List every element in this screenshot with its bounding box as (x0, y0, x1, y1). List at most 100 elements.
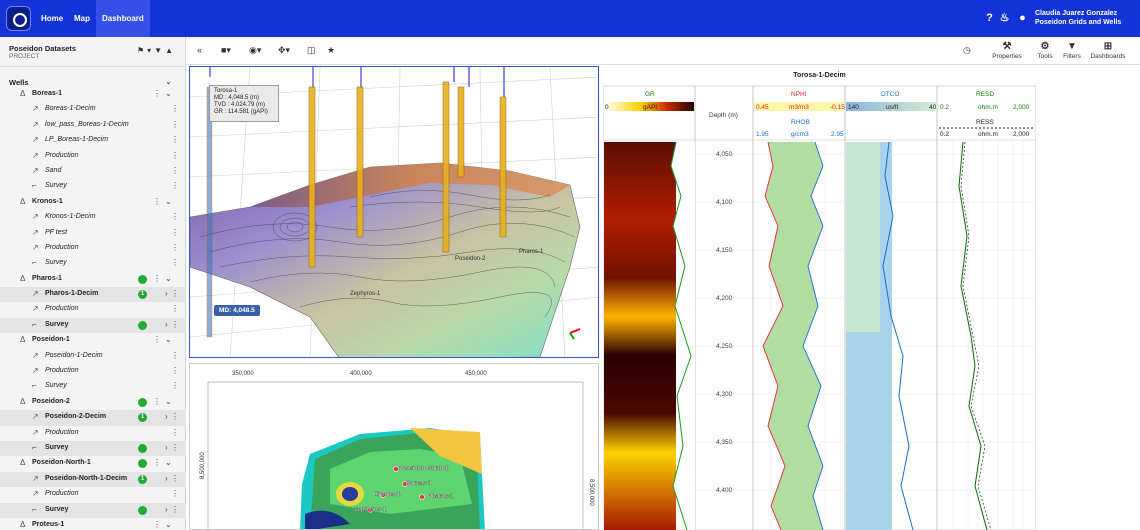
kebab-menu-icon[interactable]: ⋮ (153, 520, 161, 529)
kebab-menu-icon[interactable]: ⋮ (153, 274, 161, 283)
kebab-menu-icon[interactable]: ⋮ (153, 89, 161, 98)
dataset-row[interactable]: ⌐ Survey ⋮ › (0, 440, 186, 457)
well-row[interactable]: Δ Poseidon-1 ⋮ ⌄ (0, 333, 186, 348)
chevron-right-icon[interactable]: › (165, 443, 168, 452)
well-row[interactable]: Δ Kronos-1 ⋮ ⌄ (0, 195, 186, 210)
kebab-menu-icon[interactable]: ⋮ (153, 397, 161, 406)
dataset-row[interactable]: ⌐ Survey ⋮ (0, 256, 186, 271)
nav-map[interactable]: Map (68, 0, 96, 37)
kebab-menu-icon[interactable]: ⋮ (171, 212, 179, 221)
kebab-menu-icon[interactable]: ⋮ (171, 135, 179, 144)
kebab-menu-icon[interactable]: ⋮ (171, 381, 179, 390)
dataset-row[interactable]: ↗ Sand ⋮ (0, 164, 186, 179)
filter-icon[interactable]: ▼ (154, 46, 165, 55)
dataset-row[interactable]: ↗ Boreas-1-Decim ⋮ (0, 102, 186, 117)
chevron-down-icon[interactable]: ⌄ (165, 89, 172, 98)
chevron-down-icon[interactable]: ⌄ (165, 458, 172, 467)
kebab-menu-icon[interactable]: ⋮ (171, 474, 179, 483)
dataset-row[interactable]: ⌐ Survey ⋮ › (0, 502, 186, 518)
dataset-row[interactable]: ↗ Production ⋮ (0, 364, 186, 379)
move-icon[interactable]: ✥▾ (278, 45, 290, 56)
kebab-menu-icon[interactable]: ⋮ (171, 228, 179, 237)
chevron-right-icon[interactable]: › (165, 412, 168, 421)
collapse-left-icon[interactable]: « (197, 45, 202, 55)
kebab-menu-icon[interactable]: ⋮ (171, 104, 179, 113)
kebab-menu-icon[interactable]: ⋮ (171, 366, 179, 375)
nav-dashboard[interactable]: Dashboard (96, 0, 150, 37)
bell-icon[interactable]: ♨ (998, 12, 1011, 25)
dataset-row[interactable]: ⌐ Survey ⋮ › (0, 317, 186, 334)
well-row[interactable]: Δ Proteus-1 ⋮ ⌄ (0, 518, 186, 530)
dataset-row[interactable]: ↗ Production ⋮ (0, 241, 186, 256)
kebab-menu-icon[interactable]: ⋮ (171, 489, 179, 498)
history-icon[interactable]: ◷ (963, 45, 971, 56)
kebab-menu-icon[interactable]: ⋮ (171, 412, 179, 421)
dataset-row[interactable]: ↗ Poseidon-North-1-Decim 1 ⋮ › (0, 471, 186, 488)
dataset-row[interactable]: ↗ Poseidon-1-Decim ⋮ (0, 349, 186, 364)
kebab-menu-icon[interactable]: ⋮ (153, 335, 161, 344)
tag-icon[interactable]: ⚑▾ (137, 46, 154, 55)
chevron-right-icon[interactable]: › (165, 505, 168, 514)
dataset-row[interactable]: ↗ Production ⋮ (0, 487, 186, 502)
chevron-right-icon[interactable]: › (165, 320, 168, 329)
dataset-row[interactable]: ⌐ Survey ⋮ (0, 379, 186, 394)
kebab-menu-icon[interactable]: ⋮ (171, 181, 179, 190)
kebab-menu-icon[interactable]: ⋮ (171, 289, 179, 298)
dataset-row[interactable]: ↗ Production ⋮ (0, 302, 186, 317)
kebab-menu-icon[interactable]: ⋮ (171, 120, 179, 129)
kebab-menu-icon[interactable]: ⋮ (171, 428, 179, 437)
filters-button[interactable]: ▼ Filters (1060, 41, 1084, 60)
map-view[interactable]: 350,000 400,000 450,000 8,500,000 8,500,… (189, 363, 599, 530)
video-icon[interactable]: ■▾ (221, 45, 231, 56)
dataset-row[interactable]: ↗ LP_Boreas-1-Decim ⋮ (0, 133, 186, 148)
nav-home[interactable]: Home (35, 0, 69, 37)
kebab-menu-icon[interactable]: ⋮ (171, 505, 179, 514)
trash-icon[interactable]: ◫ (307, 45, 316, 56)
chevron-right-icon[interactable]: › (165, 474, 168, 483)
dataset-row[interactable]: ⌐ Survey ⋮ (0, 179, 186, 194)
star-icon[interactable]: ★ (327, 45, 335, 56)
well-row[interactable]: Δ Pharos-1 ⋮ ⌄ (0, 272, 186, 287)
md-badge: MD: 4,048.5 (214, 305, 260, 316)
kebab-menu-icon[interactable]: ⋮ (171, 443, 179, 452)
chevron-right-icon[interactable]: › (165, 289, 168, 298)
properties-button[interactable]: ⚒ Properties (987, 41, 1027, 60)
kebab-menu-icon[interactable]: ⋮ (171, 304, 179, 313)
kebab-menu-icon[interactable]: ⋮ (171, 151, 179, 160)
dataset-row[interactable]: ↗ Production ⋮ (0, 149, 186, 164)
top-bar: Home Map Dashboard ? ♨ ● Claudia Juarez … (0, 0, 1140, 37)
dataset-row[interactable]: ↗ Kronos-1-Decim ⋮ (0, 210, 186, 225)
collapse-icon[interactable]: ▲ (165, 46, 176, 55)
log-view[interactable]: Torosa-1-Decim GR 0 gAPI 150 Depth (m) N… (603, 66, 1036, 530)
chevron-down-icon[interactable]: ⌄ (165, 77, 172, 86)
chevron-down-icon[interactable]: ⌄ (165, 520, 172, 529)
dashboards-button[interactable]: ⊞ Dashboards (1088, 41, 1128, 60)
dataset-row[interactable]: ↗ Poseidon-2-Decim 1 ⋮ › (0, 410, 186, 426)
dataset-row[interactable]: ↗ Pharos-1-Decim 1 ⋮ › (0, 287, 186, 303)
kebab-menu-icon[interactable]: ⋮ (171, 258, 179, 267)
well-row[interactable]: Δ Poseidon-North-1 ⋮ ⌄ (0, 456, 186, 471)
dataset-row[interactable]: ↗ low_pass_Boreas-1-Decim ⋮ (0, 118, 186, 133)
dataset-row[interactable]: ↗ Production ⋮ (0, 426, 186, 441)
chevron-down-icon[interactable]: ⌄ (165, 397, 172, 406)
kebab-menu-icon[interactable]: ⋮ (171, 351, 179, 360)
user-icon[interactable]: ● (1016, 12, 1029, 25)
user-block[interactable]: Claudia Juarez Gonzalez Poseidon Grids a… (1035, 9, 1121, 27)
help-icon[interactable]: ? (983, 12, 996, 25)
tree-item-label: LP_Boreas-1-Decim (45, 136, 109, 144)
kebab-menu-icon[interactable]: ⋮ (171, 243, 179, 252)
chevron-down-icon[interactable]: ⌄ (165, 197, 172, 206)
chevron-down-icon[interactable]: ⌄ (165, 274, 172, 283)
kebab-menu-icon[interactable]: ⋮ (153, 458, 161, 467)
dataset-row[interactable]: ↗ PF test ⋮ (0, 226, 186, 241)
well-row[interactable]: Δ Boreas-1 ⋮ ⌄ (0, 87, 186, 102)
kebab-menu-icon[interactable]: ⋮ (171, 166, 179, 175)
kebab-menu-icon[interactable]: ⋮ (171, 320, 179, 329)
camera-icon[interactable]: ◉▾ (249, 45, 261, 56)
well-row[interactable]: Δ Poseidon-2 ⋮ ⌄ (0, 395, 186, 410)
kebab-menu-icon[interactable]: ⋮ (153, 197, 161, 206)
tools-button[interactable]: ⚙ Tools (1033, 41, 1057, 60)
app-logo[interactable] (6, 6, 31, 31)
chevron-down-icon[interactable]: ⌄ (165, 335, 172, 344)
properties-label: Properties (992, 53, 1022, 60)
